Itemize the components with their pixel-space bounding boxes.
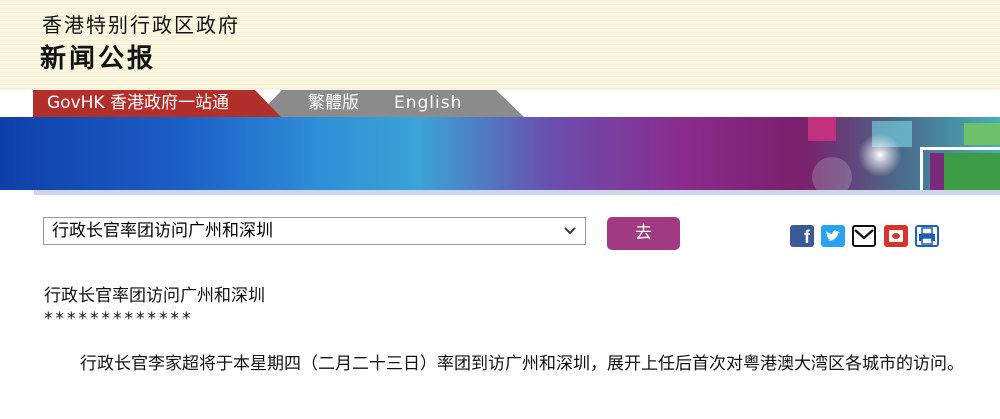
chevron-down-icon: [563, 218, 577, 253]
traditional-chinese-link[interactable]: 繁體版: [308, 90, 359, 117]
language-tabs-bg: [256, 90, 524, 117]
select-value: 行政长官率团访问广州和深圳: [52, 221, 273, 241]
weibo-icon[interactable]: [884, 225, 908, 247]
banner-orb: [812, 157, 852, 190]
banner-strip: [34, 190, 1000, 195]
tab-bar: GovHK 香港政府一站通 繁體版 English: [0, 90, 1000, 117]
banner-deco: [808, 117, 836, 141]
english-link[interactable]: English: [394, 90, 462, 117]
email-icon[interactable]: [852, 225, 876, 247]
print-icon[interactable]: [915, 225, 939, 247]
press-release-paragraph: 行政长官李家超将于本星期四（二月二十三日）率团到访广州和深圳，展开上任后首次对粤…: [80, 354, 964, 374]
facebook-icon[interactable]: f: [790, 225, 814, 247]
banner-image: [0, 117, 1000, 190]
bulletin-title: 新闻公报: [40, 44, 157, 74]
press-release-title: 行政长官率团访问广州和深圳: [44, 286, 265, 306]
banner-deco: [964, 123, 1000, 145]
page-header: 香港特别行政区政府 新闻公报: [0, 0, 1000, 90]
banner-glow: [858, 133, 902, 177]
gov-name: 香港特别行政区政府: [42, 13, 240, 37]
govhk-link[interactable]: GovHK 香港政府一站通: [33, 90, 281, 117]
press-release-select[interactable]: 行政长官率团访问广州和深圳: [43, 217, 586, 245]
title-separator: *************: [44, 309, 194, 329]
banner-frame: [920, 147, 1000, 190]
twitter-icon[interactable]: [821, 225, 845, 247]
go-button[interactable]: 去: [607, 217, 680, 250]
